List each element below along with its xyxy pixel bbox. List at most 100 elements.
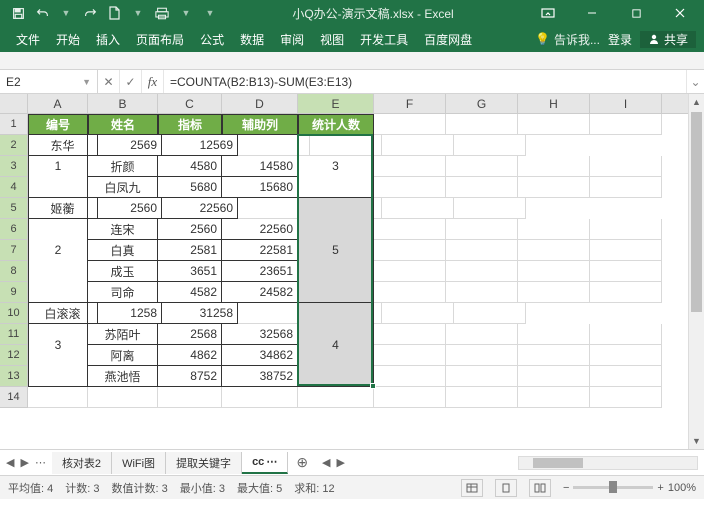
zoom-in-icon[interactable]: +	[657, 482, 663, 494]
header-cell[interactable]: 编号	[28, 114, 88, 135]
cell[interactable]: 22560	[162, 198, 238, 219]
view-pagelayout-button[interactable]	[495, 479, 517, 497]
scroll-up-icon[interactable]: ▲	[689, 94, 704, 110]
zoom-slider[interactable]	[573, 486, 653, 489]
row-header-11[interactable]: 11	[0, 324, 27, 345]
sheet-tab-4[interactable]: cc⋯	[242, 452, 288, 474]
scroll-down-icon[interactable]: ▼	[689, 433, 704, 449]
col-header-E[interactable]: E	[298, 94, 374, 113]
cell[interactable]: 32568	[222, 324, 298, 345]
cell[interactable]: 34862	[222, 345, 298, 366]
col-header-A[interactable]: A	[28, 94, 88, 113]
name-box[interactable]: E2▼	[0, 70, 98, 93]
cell[interactable]: 5680	[158, 177, 222, 198]
cell[interactable]: 4862	[158, 345, 222, 366]
fill-handle[interactable]	[370, 383, 376, 389]
cell[interactable]: 31258	[162, 303, 238, 324]
maximize-button[interactable]	[616, 0, 656, 26]
accept-formula-icon[interactable]: ✓	[120, 70, 142, 93]
cancel-formula-icon[interactable]: ✕	[98, 70, 120, 93]
tab-home[interactable]: 开始	[48, 26, 88, 52]
undo-dropdown-icon[interactable]: ▼	[58, 5, 74, 21]
cell[interactable]: 2568	[158, 324, 222, 345]
redo-icon[interactable]	[82, 5, 98, 21]
select-all-corner[interactable]	[0, 94, 28, 114]
cell[interactable]: 苏陌叶	[88, 324, 158, 345]
row-header-9[interactable]: 9	[0, 282, 27, 303]
tab-review[interactable]: 审阅	[272, 26, 312, 52]
close-button[interactable]	[660, 0, 700, 26]
cell[interactable]: 连宋	[88, 219, 158, 240]
cell[interactable]: 2581	[158, 240, 222, 261]
tab-view[interactable]: 视图	[312, 26, 352, 52]
add-sheet-button[interactable]: ⊕	[288, 454, 316, 471]
cell[interactable]: 4582	[158, 282, 222, 303]
fx-icon[interactable]: fx	[142, 70, 164, 93]
tab-file[interactable]: 文件	[8, 26, 48, 52]
view-normal-button[interactable]	[461, 479, 483, 497]
new-dropdown-icon[interactable]: ▼	[130, 5, 146, 21]
cell[interactable]: 白真	[88, 240, 158, 261]
spreadsheet-grid[interactable]: ABCDEFGHI 1234567891011121314 编号姓名指标辅助列统…	[0, 94, 704, 449]
cell[interactable]: 折颜	[88, 156, 158, 177]
cell[interactable]: 2560	[98, 198, 162, 219]
next-sheet-icon[interactable]: ▶	[20, 456, 28, 469]
sheet-tab-3[interactable]: 提取关键字	[166, 452, 242, 474]
row-header-1[interactable]: 1	[0, 114, 27, 135]
cell[interactable]: 司命	[88, 282, 158, 303]
cell[interactable]: 24582	[222, 282, 298, 303]
row-header-12[interactable]: 12	[0, 345, 27, 366]
header-cell[interactable]: 指标	[158, 114, 222, 135]
cell[interactable]: 燕池悟	[88, 366, 158, 387]
chevron-down-icon[interactable]: ▼	[82, 77, 91, 87]
row-header-13[interactable]: 13	[0, 366, 27, 387]
column-headers[interactable]: ABCDEFGHI	[28, 94, 688, 114]
prev-sheet-icon[interactable]: ◀	[6, 456, 14, 469]
col-header-B[interactable]: B	[88, 94, 158, 113]
new-icon[interactable]	[106, 5, 122, 21]
cell[interactable]: 22581	[222, 240, 298, 261]
col-header-D[interactable]: D	[222, 94, 298, 113]
share-button[interactable]: 共享	[640, 31, 696, 48]
vertical-scrollbar[interactable]: ▲ ▼	[688, 94, 704, 449]
row-header-2[interactable]: 2	[0, 135, 27, 156]
tab-dev[interactable]: 开发工具	[352, 26, 416, 52]
minimize-button[interactable]	[572, 0, 612, 26]
col-header-H[interactable]: H	[518, 94, 590, 113]
row-header-3[interactable]: 3	[0, 156, 27, 177]
sheet-tab-2[interactable]: WiFi图	[112, 452, 166, 474]
row-header-6[interactable]: 6	[0, 219, 27, 240]
sheet-list-icon[interactable]: ⋯	[35, 456, 46, 469]
zoom-level[interactable]: 100%	[668, 482, 696, 494]
tab-data[interactable]: 数据	[232, 26, 272, 52]
col-header-I[interactable]: I	[590, 94, 662, 113]
header-cell[interactable]: 辅助列	[222, 114, 298, 135]
cell[interactable]: 阿离	[88, 345, 158, 366]
print-icon[interactable]	[154, 5, 170, 21]
zoom-control[interactable]: − + 100%	[563, 482, 696, 494]
qat-customize-icon[interactable]: ▼	[202, 5, 218, 21]
col-header-G[interactable]: G	[446, 94, 518, 113]
row-header-5[interactable]: 5	[0, 198, 27, 219]
formula-input[interactable]: =COUNTA(B2:B13)-SUM(E3:E13)	[164, 70, 686, 93]
sheet-tab-1[interactable]: 核对表2	[52, 452, 112, 474]
row-header-10[interactable]: 10	[0, 303, 27, 324]
row-header-7[interactable]: 7	[0, 240, 27, 261]
cell[interactable]: 23651	[222, 261, 298, 282]
cell[interactable]: 12569	[162, 135, 238, 156]
save-icon[interactable]	[10, 5, 26, 21]
expand-formula-icon[interactable]: ⌄	[686, 70, 704, 93]
row-header-8[interactable]: 8	[0, 261, 27, 282]
cell[interactable]: 1258	[98, 303, 162, 324]
tab-baidu[interactable]: 百度网盘	[416, 26, 480, 52]
row-headers[interactable]: 1234567891011121314	[0, 114, 28, 408]
row-header-4[interactable]: 4	[0, 177, 27, 198]
cell[interactable]: 14580	[222, 156, 298, 177]
login-button[interactable]: 登录	[600, 31, 640, 48]
scroll-thumb[interactable]	[691, 112, 702, 312]
tab-insert[interactable]: 插入	[88, 26, 128, 52]
tab-formula[interactable]: 公式	[192, 26, 232, 52]
hscroll-thumb[interactable]	[533, 458, 583, 468]
view-pagebreak-button[interactable]	[529, 479, 551, 497]
cell[interactable]: 2569	[98, 135, 162, 156]
